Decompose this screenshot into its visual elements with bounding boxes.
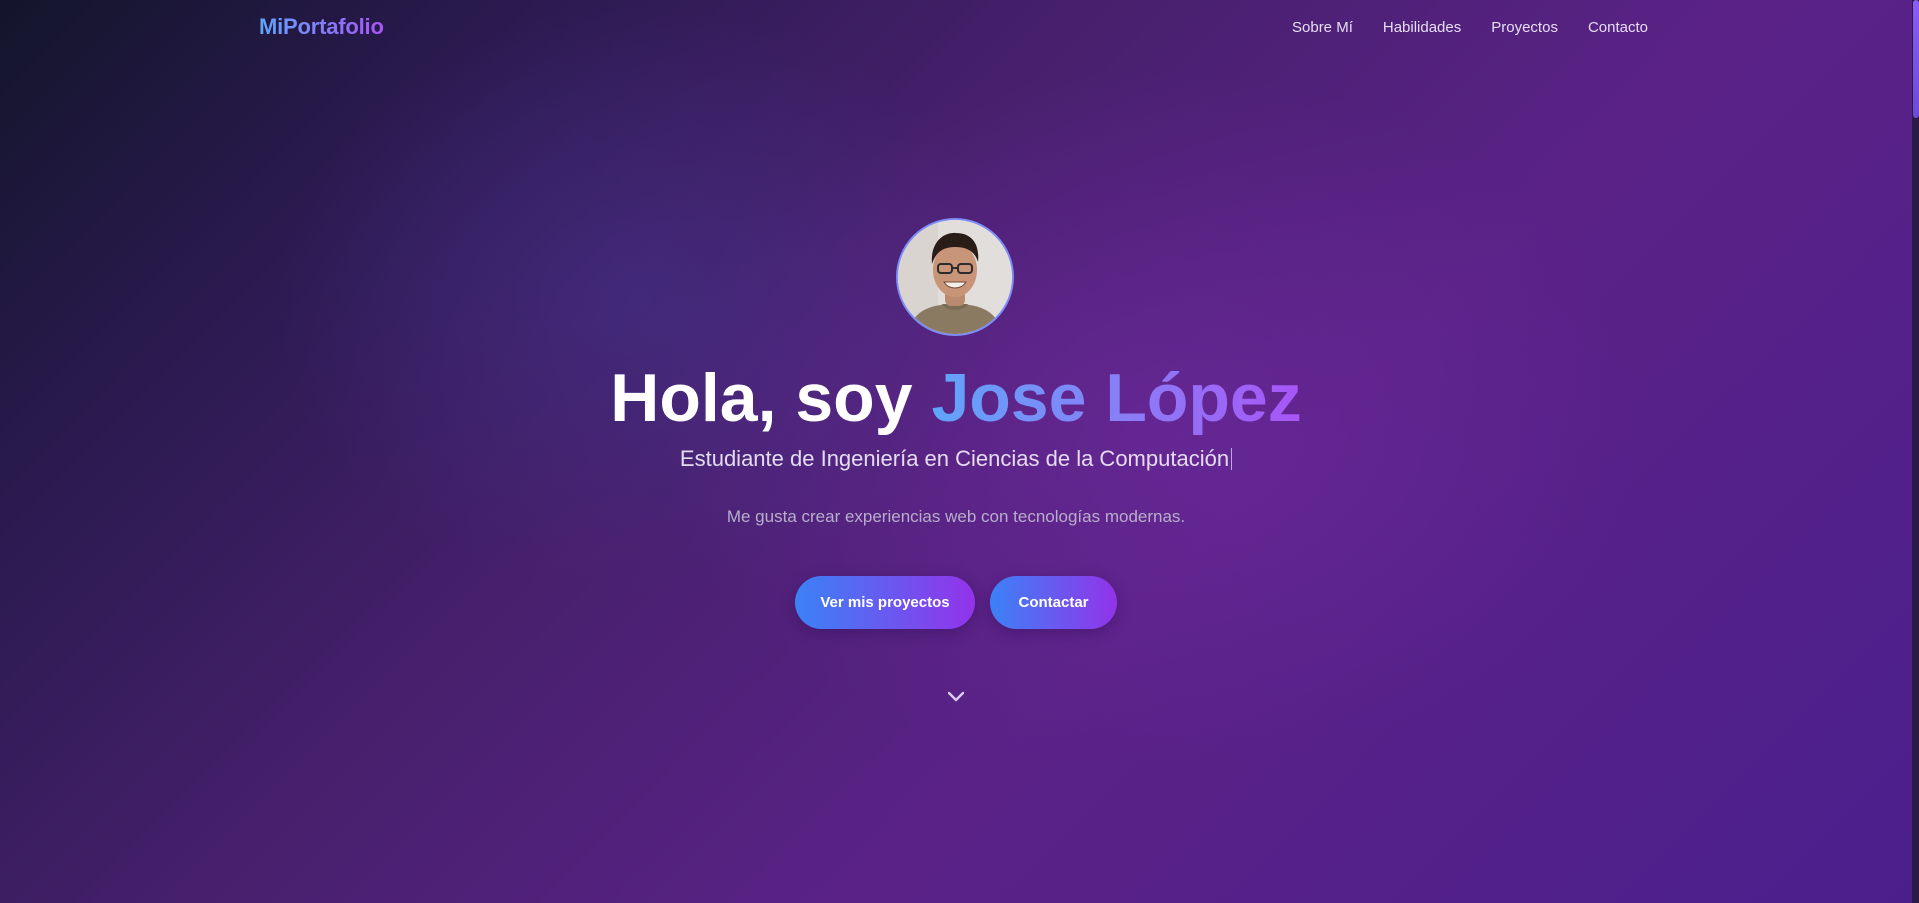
hero-subtitle: Estudiante de Ingeniería en Ciencias de …: [0, 446, 1912, 472]
hero-name: Jose López: [931, 360, 1302, 436]
nav-link-habilidades[interactable]: Habilidades: [1383, 19, 1461, 36]
nav-link-sobre-mi[interactable]: Sobre Mí: [1292, 19, 1353, 36]
greeting-text: Hola, soy: [610, 360, 932, 436]
scrollbar-thumb[interactable]: [1913, 0, 1919, 118]
hero-tagline: Me gusta crear experiencias web con tecn…: [726, 507, 1186, 526]
main-nav: Sobre Mí Habilidades Proyectos Contacto: [1292, 19, 1648, 36]
view-projects-button[interactable]: Ver mis proyectos: [795, 576, 975, 629]
profile-photo: [898, 220, 1012, 334]
chevron-down-icon[interactable]: [945, 685, 967, 707]
subtitle-text: Estudiante de Ingeniería en Ciencias de …: [679, 446, 1230, 471]
page-scrollbar[interactable]: [1912, 0, 1919, 903]
brand-logo[interactable]: MiPortafolio: [259, 14, 384, 40]
typing-caret: [1231, 448, 1233, 470]
hero-headline: Hola, soy Jose López: [0, 355, 1912, 441]
contact-button[interactable]: Contactar: [990, 576, 1117, 629]
nav-link-proyectos[interactable]: Proyectos: [1491, 19, 1558, 36]
top-navigation-bar: MiPortafolio Sobre Mí Habilidades Proyec…: [0, 0, 1912, 58]
avatar: [896, 218, 1014, 336]
nav-link-contacto[interactable]: Contacto: [1588, 19, 1648, 36]
